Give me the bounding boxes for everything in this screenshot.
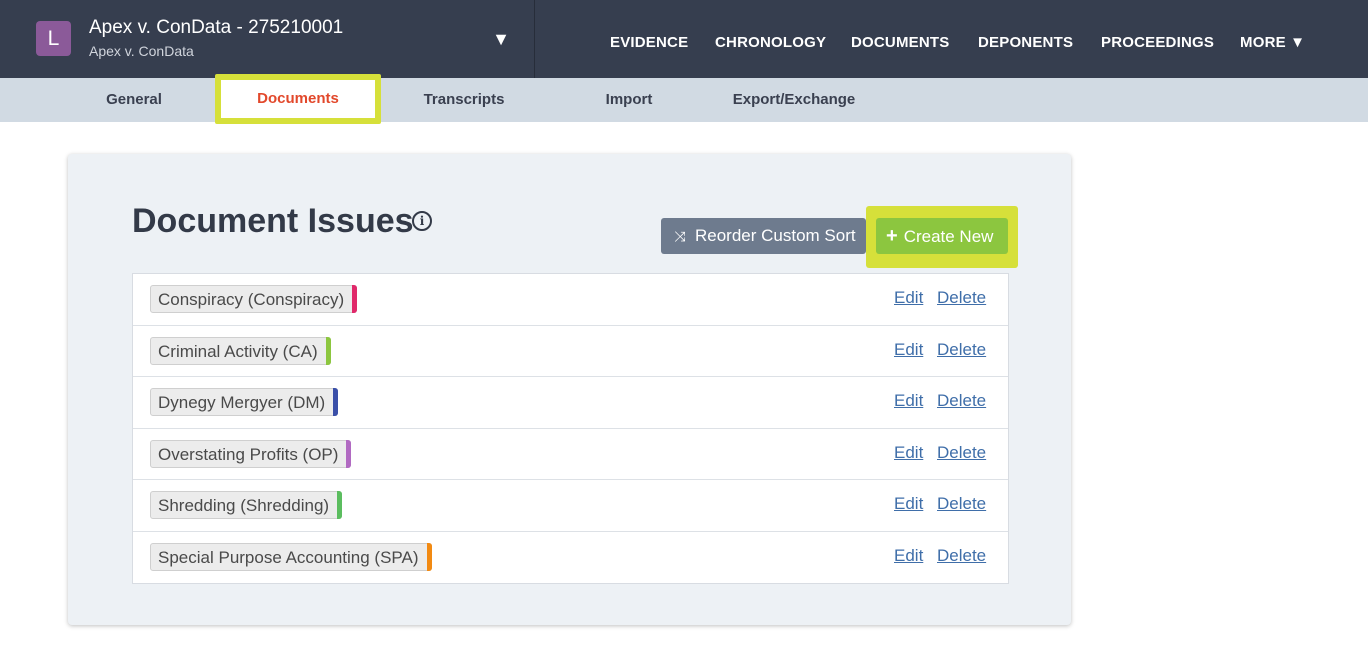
info-icon[interactable]: i	[412, 211, 432, 231]
reorder-label: Reorder Custom Sort	[695, 226, 856, 245]
issue-color-bar	[352, 285, 358, 313]
create-new-highlight: + Create New	[866, 206, 1018, 268]
delete-link[interactable]: Delete	[937, 288, 986, 308]
list-item: Overstating Profits (OP) Edit Delete	[133, 429, 1008, 480]
shuffle-icon: ⤨	[674, 228, 686, 244]
nav-more[interactable]: MORE ▼	[1240, 34, 1305, 51]
list-item: Conspiracy (Conspiracy) Edit Delete	[133, 274, 1008, 326]
issue-color-bar	[426, 542, 432, 571]
main-nav: EVIDENCE CHRONOLOGY DOCUMENTS DEPONENTS …	[0, 34, 1368, 54]
plus-icon: +	[886, 225, 898, 247]
nav-documents[interactable]: DOCUMENTS	[851, 34, 949, 51]
page-title: Document Issues	[132, 202, 414, 240]
list-item: Criminal Activity (CA) Edit Delete	[133, 326, 1008, 377]
top-header: L Apex v. ConData - 275210001 Apex v. Co…	[0, 0, 1368, 78]
create-new-button[interactable]: + Create New	[876, 218, 1008, 254]
delete-link[interactable]: Delete	[937, 391, 986, 411]
nav-chronology[interactable]: CHRONOLOGY	[715, 34, 826, 51]
delete-link[interactable]: Delete	[937, 546, 986, 566]
issue-tag: Dynegy Mergyer (DM)	[150, 388, 339, 416]
list-item: Dynegy Mergyer (DM) Edit Delete	[133, 377, 1008, 429]
edit-link[interactable]: Edit	[894, 340, 923, 360]
tab-transcripts[interactable]: Transcripts	[408, 78, 520, 122]
issue-color-bar	[337, 491, 343, 519]
nav-proceedings[interactable]: PROCEEDINGS	[1101, 34, 1214, 51]
delete-link[interactable]: Delete	[937, 340, 986, 360]
tab-general[interactable]: General	[92, 78, 176, 122]
delete-link[interactable]: Delete	[937, 443, 986, 463]
tab-documents[interactable]: Documents	[215, 74, 381, 124]
tab-import[interactable]: Import	[588, 78, 670, 122]
issue-tag: Conspiracy (Conspiracy)	[150, 285, 358, 313]
issue-label: Criminal Activity (CA)	[158, 341, 318, 361]
edit-link[interactable]: Edit	[894, 443, 923, 463]
edit-link[interactable]: Edit	[894, 494, 923, 514]
nav-evidence[interactable]: EVIDENCE	[610, 34, 688, 51]
nav-deponents[interactable]: DEPONENTS	[978, 34, 1073, 51]
document-issues-panel: Document Issues i ⤨ Reorder Custom Sort +…	[68, 154, 1071, 625]
list-item: Shredding (Shredding) Edit Delete	[133, 480, 1008, 532]
issue-tag: Criminal Activity (CA)	[150, 336, 331, 365]
issue-label: Overstating Profits (OP)	[158, 444, 339, 464]
delete-link[interactable]: Delete	[937, 494, 986, 514]
issue-color-bar	[346, 439, 352, 468]
edit-link[interactable]: Edit	[894, 391, 923, 411]
issue-tag: Shredding (Shredding)	[150, 491, 343, 519]
issues-list: Conspiracy (Conspiracy) Edit Delete Crimina…	[132, 273, 1009, 584]
edit-link[interactable]: Edit	[894, 288, 923, 308]
issue-tag: Overstating Profits (OP)	[150, 439, 352, 468]
issue-label: Dynegy Mergyer (DM)	[158, 393, 326, 412]
reorder-custom-sort-button[interactable]: ⤨ Reorder Custom Sort	[661, 218, 866, 254]
edit-link[interactable]: Edit	[894, 546, 923, 566]
issue-label: Conspiracy (Conspiracy)	[158, 290, 345, 309]
sub-nav: General Documents Transcripts Import Exp…	[0, 74, 1368, 124]
issue-tag: Special Purpose Accounting (SPA)	[150, 542, 432, 571]
tab-export-exchange[interactable]: Export/Exchange	[718, 78, 870, 122]
create-label: Create New	[903, 227, 994, 246]
list-item: Special Purpose Accounting (SPA) Edit Dele…	[133, 532, 1008, 584]
tab-documents-label: Documents	[221, 80, 375, 118]
issue-label: Shredding (Shredding)	[158, 496, 330, 515]
issue-label: Special Purpose Accounting (SPA)	[158, 547, 419, 567]
issue-color-bar	[333, 388, 339, 416]
issue-color-bar	[325, 336, 331, 365]
